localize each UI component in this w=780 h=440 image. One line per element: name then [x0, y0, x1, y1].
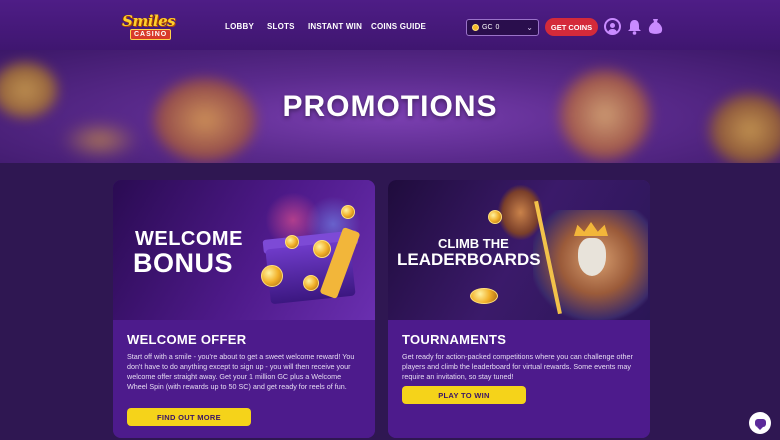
card-body: WELCOME OFFER Start off with a smile - y… — [113, 320, 375, 438]
card-body: TOURNAMENTS Get ready for action-packed … — [388, 320, 650, 438]
card-title: WELCOME OFFER — [127, 332, 247, 347]
money-bag-icon[interactable] — [647, 18, 664, 35]
currency-value: 0 — [495, 24, 500, 31]
nav-instant-win[interactable]: INSTANT WIN — [308, 22, 362, 31]
card-description: Start off with a smile - you're about to… — [127, 352, 355, 391]
get-coins-button[interactable]: GET COINS — [545, 18, 598, 36]
logo[interactable]: Smiles CASINO — [122, 12, 176, 40]
banner-line-2: LEADERBOARDS — [397, 250, 541, 269]
nav-lobby[interactable]: LOBBY — [225, 22, 254, 31]
welcome-bonus-banner: WELCOME BONUS — [113, 180, 375, 320]
nav-coins-guide[interactable]: COINS GUIDE — [371, 22, 426, 31]
find-out-more-button[interactable]: FIND OUT MORE — [127, 408, 251, 426]
nav-slots[interactable]: SLOTS — [267, 22, 295, 31]
banner-line-1: CLIMB THE — [438, 236, 509, 251]
coin-icon — [472, 24, 479, 31]
promotions-hero: PROMOTIONS — [0, 50, 780, 163]
banner-line-2: BONUS — [133, 248, 234, 278]
chevron-down-icon: ⌄ — [526, 23, 533, 32]
top-nav: Smiles CASINO LOBBY SLOTS INSTANT WIN CO… — [0, 0, 780, 50]
chat-icon[interactable] — [749, 412, 771, 434]
card-description: Get ready for action-packed competitions… — [402, 352, 633, 381]
promo-card-welcome: WELCOME BONUS WELCOME OFFER Start off wi… — [113, 180, 375, 438]
currency-select[interactable]: GC 0 ⌄ — [466, 19, 539, 36]
promo-card-tournaments: CLIMB THE LEADERBOARDS TOURNAMENTS Get r… — [388, 180, 650, 438]
logo-subtext: CASINO — [130, 29, 172, 40]
logo-text: Smiles — [122, 12, 176, 30]
user-icon[interactable] — [604, 18, 621, 35]
play-to-win-button[interactable]: PLAY TO WIN — [402, 386, 526, 404]
card-title: TOURNAMENTS — [402, 332, 507, 347]
currency-label: GC — [482, 24, 493, 31]
leaderboards-banner: CLIMB THE LEADERBOARDS — [388, 180, 650, 320]
page-title: PROMOTIONS — [282, 90, 498, 123]
bell-icon[interactable] — [626, 18, 643, 35]
